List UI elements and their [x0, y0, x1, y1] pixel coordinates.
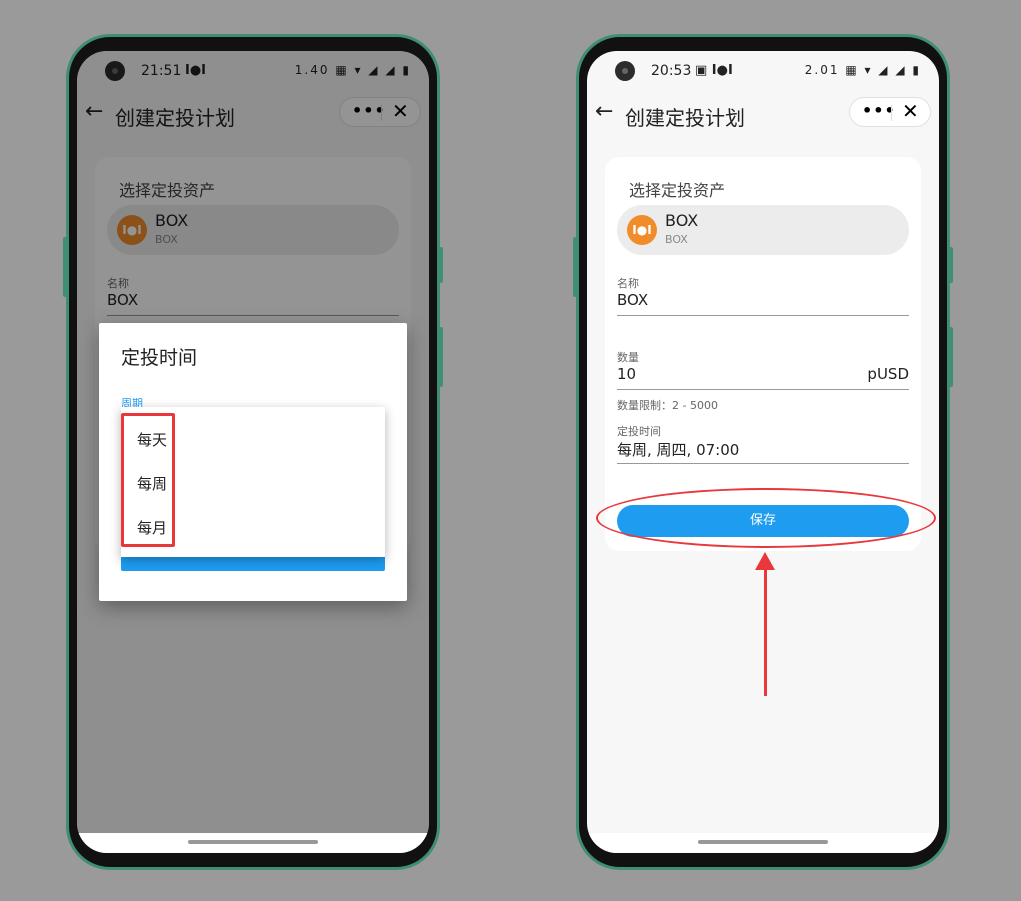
schedule-field[interactable]: 每周, 周四, 07:00	[617, 439, 739, 460]
status-icons: 2.01 ▦ ▾ ◢ ◢ ▮	[804, 63, 921, 77]
page-title: 创建定投计划	[625, 106, 745, 130]
side-button	[63, 237, 67, 297]
app-bar: ← 创建定投计划 ••• ✕	[587, 91, 939, 143]
schedule-label: 定投时间	[617, 425, 661, 438]
option-weekly[interactable]: 每周	[137, 473, 167, 494]
field-underline	[617, 463, 909, 464]
annotation-ellipse	[596, 488, 936, 548]
right-screen: 20:53 ▣ I●I 2.01 ▦ ▾ ◢ ◢ ▮ ← 创建定投计划 ••• …	[587, 51, 939, 853]
field-underline	[617, 315, 909, 316]
amount-hint: 数量限制：2 - 5000	[617, 399, 718, 412]
annotation-arrow	[764, 566, 767, 696]
name-field[interactable]: BOX	[617, 291, 648, 309]
home-indicator[interactable]	[698, 840, 828, 844]
right-phone: 20:53 ▣ I●I 2.01 ▦ ▾ ◢ ◢ ▮ ← 创建定投计划 ••• …	[573, 34, 953, 870]
amount-label: 数量	[617, 351, 639, 364]
side-button	[439, 247, 443, 283]
section-label: 选择定投资产	[629, 181, 726, 200]
cycle-dropdown: 每天 每周 每月	[121, 407, 385, 557]
home-indicator-bar	[587, 833, 939, 853]
option-monthly[interactable]: 每月	[137, 517, 167, 538]
asset-name: BOX	[665, 211, 699, 230]
schedule-dialog: 定投时间 周期 每天 每周 每月	[99, 323, 407, 601]
back-arrow-icon[interactable]: ←	[595, 99, 613, 124]
close-icon[interactable]: ✕	[902, 99, 919, 123]
side-button	[949, 247, 953, 283]
asset-selector[interactable]: I●I BOX BOX	[617, 205, 909, 255]
home-indicator-bar	[77, 833, 429, 853]
name-label: 名称	[617, 277, 639, 290]
capsule-divider	[891, 105, 892, 121]
amount-unit: pUSD	[867, 365, 909, 383]
side-button	[439, 327, 443, 387]
camera-icon	[615, 61, 635, 81]
left-screen: 21:51 I●I 1.40 ▦ ▾ ◢ ◢ ▮ ← 创建定投计划 ••• ✕ …	[77, 51, 429, 853]
side-button	[949, 327, 953, 387]
status-bar: 20:53 ▣ I●I 2.01 ▦ ▾ ◢ ◢ ▮	[587, 51, 939, 91]
asset-logo-icon: I●I	[627, 215, 657, 245]
app-notification-icon: ▣ I●I	[695, 63, 733, 78]
asset-symbol: BOX	[665, 233, 688, 246]
side-button	[573, 237, 577, 297]
home-indicator[interactable]	[188, 840, 318, 844]
status-time: 20:53	[651, 63, 692, 79]
dialog-title: 定投时间	[121, 347, 198, 369]
field-underline	[617, 389, 909, 390]
mini-program-capsule: ••• ✕	[849, 97, 931, 127]
left-phone: 21:51 I●I 1.40 ▦ ▾ ◢ ◢ ▮ ← 创建定投计划 ••• ✕ …	[63, 34, 443, 870]
option-daily[interactable]: 每天	[137, 429, 167, 450]
amount-field[interactable]: 10	[617, 365, 636, 383]
